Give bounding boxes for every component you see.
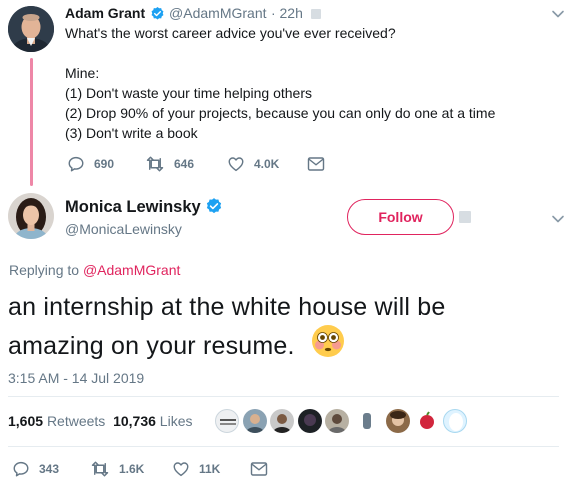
translate-icon: [459, 211, 471, 223]
retweet-count: 1.6K: [119, 462, 145, 476]
engagement-stats: 1,605 Retweets 10,736 Likes: [8, 413, 192, 429]
parent-tweet-time[interactable]: · 22h: [271, 5, 303, 21]
retweets-stat-label: Retweets: [46, 413, 106, 429]
liker-avatar[interactable]: [270, 409, 294, 433]
reply-tweet-line: amazing on your resume.: [8, 331, 295, 360]
replying-to-handle-link[interactable]: @AdamMGrant: [83, 262, 180, 278]
replying-to-prefix: Replying to: [9, 262, 80, 278]
like-count: 11K: [199, 462, 221, 476]
follow-button[interactable]: Follow: [347, 199, 454, 235]
divider: [8, 446, 559, 447]
parent-tweet-menu-chevron-icon[interactable]: [551, 7, 565, 26]
reply-tweet-text: an internship at the white house will be…: [8, 290, 568, 367]
reply-timestamp[interactable]: 3:15 AM - 14 Jul 2019: [8, 370, 144, 386]
likes-stat[interactable]: 10,736 Likes: [113, 413, 192, 429]
verified-badge-icon: [205, 197, 223, 220]
envelope-icon: [307, 157, 325, 171]
reply-tweet-actions: 343 1.6K 11K: [12, 460, 277, 478]
parent-tweet-actions: 690 646 4.0K: [67, 155, 334, 173]
reply-count: 343: [39, 462, 60, 476]
reply-icon: [68, 156, 84, 172]
like-count: 4.0K: [254, 157, 280, 171]
liker-avatar[interactable]: [415, 409, 439, 433]
retweet-icon: [91, 461, 109, 477]
flushed-face-emoji-icon: [311, 324, 345, 367]
message-button[interactable]: [307, 156, 334, 172]
retweet-button[interactable]: 646: [145, 155, 227, 173]
liker-avatar[interactable]: [325, 409, 349, 433]
reply-author-handle[interactable]: @MonicaLewinsky: [65, 221, 182, 237]
reply-icon: [13, 461, 29, 477]
liker-avatar[interactable]: [355, 409, 379, 433]
reply-tweet-menu-chevron-icon[interactable]: [551, 212, 565, 231]
likes-stat-label: Likes: [159, 413, 193, 429]
divider: [8, 396, 559, 397]
reply-tweet-line: an internship at the white house will be: [8, 293, 446, 321]
reply-tweet-line-2: amazing on your resume.: [8, 324, 568, 367]
parent-tweet-line: What's the worst career advice you've ev…: [65, 25, 396, 41]
parent-tweet-line: (1) Don't waste your time helping others: [65, 85, 313, 101]
like-button[interactable]: 11K: [172, 460, 250, 478]
retweet-count: 646: [174, 157, 195, 171]
retweet-icon: [146, 156, 164, 172]
retweets-stat[interactable]: 1,605 Retweets: [8, 413, 105, 429]
parent-author-name[interactable]: Adam Grant: [65, 5, 145, 21]
heart-icon: [228, 157, 244, 172]
reply-count: 690: [94, 157, 115, 171]
liker-avatar[interactable]: [298, 409, 322, 433]
liker-avatar[interactable]: [215, 409, 239, 433]
liker-avatar[interactable]: [386, 409, 410, 433]
translate-icon: [311, 9, 322, 19]
reply-author-name[interactable]: Monica Lewinsky: [65, 198, 201, 216]
parent-tweet-line: Mine:: [65, 65, 100, 81]
reply-button[interactable]: 343: [12, 460, 90, 478]
reply-button[interactable]: 690: [67, 155, 145, 173]
like-button[interactable]: 4.0K: [227, 155, 307, 173]
retweets-stat-count: 1,605: [8, 413, 44, 429]
message-button[interactable]: [250, 461, 277, 477]
parent-tweet-line: (3) Don't write a book: [65, 125, 198, 141]
parent-tweet-line: (2) Drop 90% of your projects, because y…: [65, 105, 496, 121]
parent-author-handle[interactable]: @AdamMGrant: [169, 5, 266, 21]
parent-tweet-line: [65, 43, 545, 63]
envelope-icon: [250, 462, 268, 476]
monica-lewinsky-avatar[interactable]: [8, 193, 54, 239]
adam-grant-avatar[interactable]: [8, 6, 54, 52]
retweet-button[interactable]: 1.6K: [90, 460, 172, 478]
liker-avatar[interactable]: [243, 409, 267, 433]
thread-connector-line: [30, 58, 33, 186]
likes-stat-count: 10,736: [113, 413, 156, 429]
parent-tweet-text: What's the worst career advice you've ev…: [65, 23, 545, 143]
heart-icon: [173, 462, 189, 477]
replying-to-line: Replying to @AdamMGrant: [9, 262, 180, 278]
liker-avatar[interactable]: [443, 409, 467, 433]
reply-author-header: Monica Lewinsky: [65, 197, 223, 220]
